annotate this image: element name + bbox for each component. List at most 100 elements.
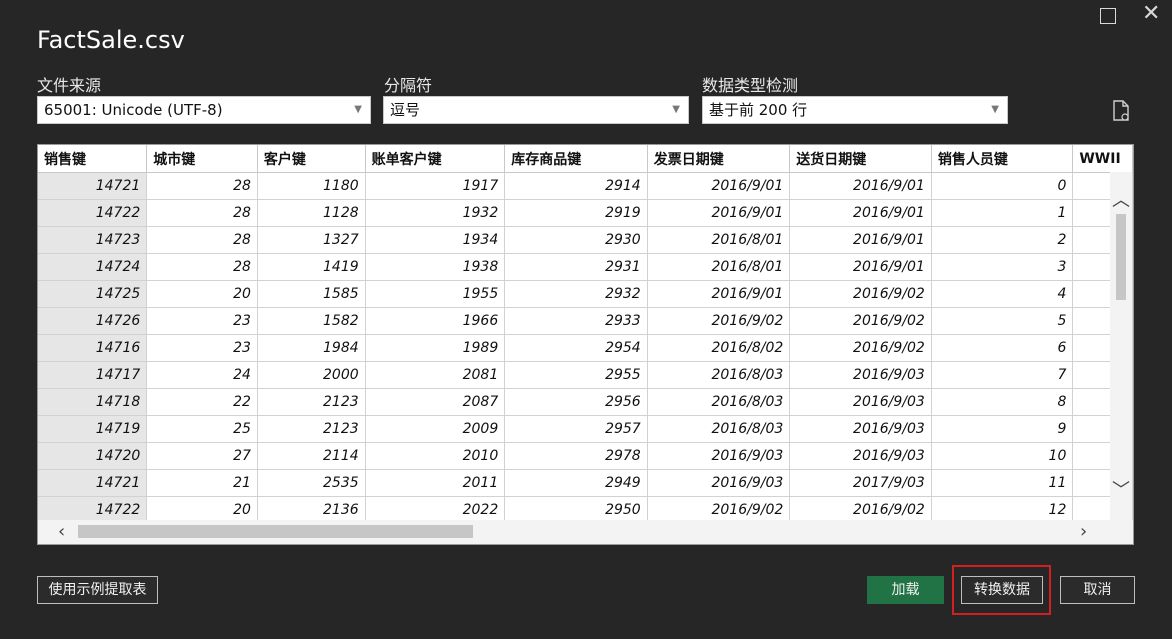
- table-cell: 2930: [504, 226, 648, 254]
- preview-table[interactable]: 销售键 城市键 客户键 账单客户键 库存商品键 发票日期键 送货日期键 销售人员键 WWII 1…: [37, 144, 1134, 545]
- table-cell: 1419: [257, 253, 366, 281]
- table-cell: 2016/9/01: [647, 199, 791, 227]
- table-cell: 2010: [365, 442, 506, 470]
- table-cell: 1180: [257, 172, 366, 200]
- table-row[interactable]: 14716 23 1984 1989 2954 2016/8/02 2016/9/02 6: [38, 334, 1133, 362]
- table-row[interactable]: 14726 23 1582 1966 2933 2016/9/02 2016/9/02 5: [38, 307, 1133, 335]
- column-header[interactable]: 销售键: [38, 145, 148, 173]
- horizontal-scrollbar[interactable]: ‹ ›: [38, 520, 1133, 544]
- file-origin-select[interactable]: 65001: Unicode (UTF-8) ▼: [37, 96, 371, 124]
- column-header[interactable]: 发票日期键: [647, 145, 791, 173]
- table-cell: 1327: [257, 226, 366, 254]
- table-cell: 1582: [257, 307, 366, 335]
- column-header[interactable]: WWII: [1072, 145, 1133, 173]
- chevron-down-icon: ▼: [354, 104, 362, 115]
- table-cell: 2016/9/01: [647, 172, 791, 200]
- maximize-icon[interactable]: [1100, 8, 1116, 24]
- column-header[interactable]: 送货日期键: [789, 145, 932, 173]
- table-cell: 2123: [257, 415, 366, 443]
- table-cell: 2955: [504, 361, 648, 389]
- table-row[interactable]: 14719 25 2123 2009 2957 2016/8/03 2016/9/03 9: [38, 415, 1133, 443]
- type-detection-value: 基于前 200 行: [709, 101, 808, 119]
- table-row[interactable]: 14721 28 1180 1917 2914 2016/9/01 2016/9/01 0: [38, 172, 1133, 200]
- type-detection-select[interactable]: 基于前 200 行 ▼: [702, 96, 1008, 124]
- table-cell: 14720: [38, 442, 148, 470]
- table-cell: 3: [931, 253, 1074, 281]
- table-cell: 2016/9/01: [647, 280, 791, 308]
- table-cell: 2016/8/01: [647, 253, 791, 281]
- table-cell: 2956: [504, 388, 648, 416]
- table-cell: 22: [146, 388, 258, 416]
- file-origin-value: 65001: Unicode (UTF-8): [44, 101, 223, 119]
- table-cell: 14719: [38, 415, 148, 443]
- chevron-down-icon[interactable]: ﹀: [1112, 482, 1130, 500]
- table-cell: 2114: [257, 442, 366, 470]
- table-row[interactable]: 14724 28 1419 1938 2931 2016/8/01 2016/9/01 3: [38, 253, 1133, 281]
- table-cell: 2016/9/03: [789, 361, 932, 389]
- table-cell: 2535: [257, 469, 366, 497]
- type-detection-label: 数据类型检测: [702, 76, 799, 95]
- chevron-left-icon[interactable]: ‹: [58, 520, 65, 544]
- table-cell: 14721: [38, 172, 148, 200]
- table-cell: 28: [146, 172, 258, 200]
- transform-data-button[interactable]: 转换数据: [961, 576, 1043, 604]
- close-icon[interactable]: ✕: [1142, 3, 1160, 25]
- vertical-scroll-thumb[interactable]: [1116, 214, 1126, 300]
- table-cell: 0: [931, 172, 1074, 200]
- table-cell: 14722: [38, 199, 148, 227]
- chevron-right-icon[interactable]: ›: [1080, 520, 1087, 544]
- vertical-scrollbar[interactable]: ︿ ﹀: [1110, 172, 1132, 520]
- table-cell: 14724: [38, 253, 148, 281]
- table-cell: 27: [146, 442, 258, 470]
- table-cell: 1934: [365, 226, 506, 254]
- chevron-up-icon[interactable]: ︿: [1112, 192, 1130, 210]
- table-cell: 1966: [365, 307, 506, 335]
- table-cell: 2914: [504, 172, 648, 200]
- load-button[interactable]: 加载: [867, 576, 944, 604]
- table-cell: 28: [146, 226, 258, 254]
- column-header[interactable]: 客户键: [257, 145, 366, 173]
- table-cell: 24: [146, 361, 258, 389]
- table-row[interactable]: 14721 21 2535 2011 2949 2016/9/03 2017/9/03 11: [38, 469, 1133, 497]
- table-cell: 2016/9/03: [789, 442, 932, 470]
- table-cell: 1917: [365, 172, 506, 200]
- column-header[interactable]: 销售人员键: [931, 145, 1074, 173]
- table-cell: 14716: [38, 334, 148, 362]
- table-row[interactable]: 14720 27 2114 2010 2978 2016/9/03 2016/9/03 10: [38, 442, 1133, 470]
- table-cell: 2016/9/03: [647, 469, 791, 497]
- column-header[interactable]: 库存商品键: [504, 145, 648, 173]
- table-row[interactable]: 14722 28 1128 1932 2919 2016/9/01 2016/9/01 1: [38, 199, 1133, 227]
- file-settings-icon[interactable]: [1112, 100, 1130, 122]
- table-cell: 2016/9/01: [789, 226, 932, 254]
- table-cell: 28: [146, 253, 258, 281]
- table-cell: 28: [146, 199, 258, 227]
- table-cell: 2016/8/03: [647, 415, 791, 443]
- table-cell: 2016/9/02: [647, 307, 791, 335]
- table-row[interactable]: 14725 20 1585 1955 2932 2016/9/01 2016/9/02 4: [38, 280, 1133, 308]
- table-cell: 2081: [365, 361, 506, 389]
- table-cell: 1585: [257, 280, 366, 308]
- column-header[interactable]: 城市键: [146, 145, 258, 173]
- table-cell: 1: [931, 199, 1074, 227]
- table-cell: 2016/8/03: [647, 361, 791, 389]
- delimiter-label: 分隔符: [384, 76, 433, 95]
- column-header[interactable]: 账单客户键: [365, 145, 506, 173]
- table-cell: 2016/9/02: [789, 280, 932, 308]
- extract-example-button[interactable]: 使用示例提取表: [37, 576, 158, 604]
- table-cell: 2000: [257, 361, 366, 389]
- table-row[interactable]: 14718 22 2123 2087 2956 2016/8/03 2016/9/03 8: [38, 388, 1133, 416]
- table-row[interactable]: 14723 28 1327 1934 2930 2016/8/01 2016/9/01 2: [38, 226, 1133, 254]
- table-cell: 5: [931, 307, 1074, 335]
- table-cell: 2931: [504, 253, 648, 281]
- dialog-title: FactSale.csv: [37, 26, 185, 54]
- table-cell: 14718: [38, 388, 148, 416]
- table-row[interactable]: 14717 24 2000 2081 2955 2016/8/03 2016/9/03 7: [38, 361, 1133, 389]
- delimiter-select[interactable]: 逗号 ▼: [383, 96, 689, 124]
- table-cell: 2017/9/03: [789, 469, 932, 497]
- cancel-button[interactable]: 取消: [1060, 576, 1135, 604]
- table-cell: 14725: [38, 280, 148, 308]
- table-cell: 1128: [257, 199, 366, 227]
- table-cell: 14726: [38, 307, 148, 335]
- table-cell: 2954: [504, 334, 648, 362]
- horizontal-scroll-thumb[interactable]: [78, 525, 473, 538]
